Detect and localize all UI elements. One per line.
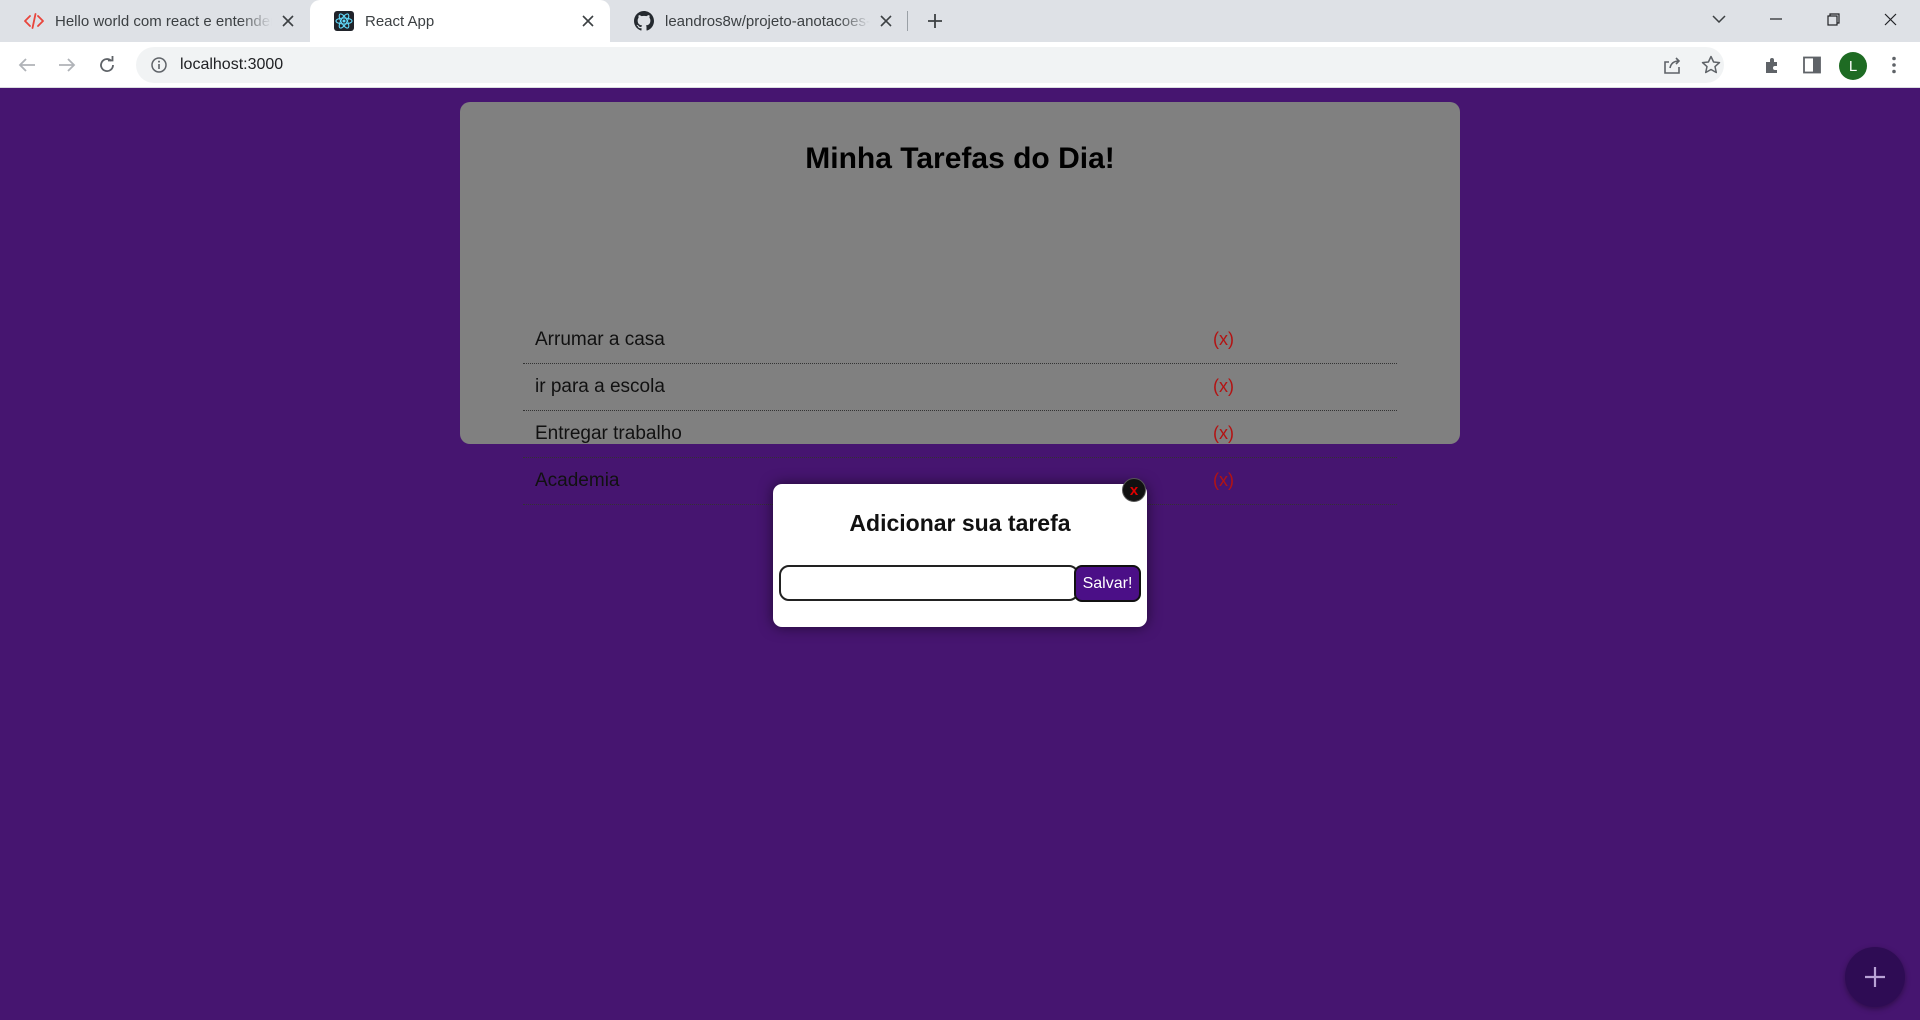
back-button[interactable] [11, 49, 43, 81]
tab-github[interactable]: leandros8w/projeto-anotacoes-react [610, 0, 908, 42]
task-text: Entregar trabalho [535, 423, 682, 444]
kebab-menu-icon[interactable] [1878, 49, 1910, 81]
tab-close-icon[interactable] [578, 11, 598, 31]
site-info-icon[interactable] [150, 56, 168, 74]
chevron-down-icon [1712, 15, 1726, 23]
bookmark-star-icon[interactable] [1696, 50, 1726, 80]
react-icon [334, 11, 354, 31]
tab-title: leandros8w/projeto-anotacoes-react [665, 12, 870, 30]
task-item: ir para a escola (x) [523, 364, 1397, 411]
tab-react-app[interactable]: React App [310, 0, 610, 42]
code-icon [24, 11, 44, 31]
restore-button[interactable] [1805, 0, 1861, 38]
close-window-button[interactable] [1862, 0, 1918, 38]
restore-icon [1826, 12, 1840, 26]
tab-search-button[interactable] [1691, 0, 1747, 38]
add-task-fab[interactable] [1845, 947, 1905, 1007]
extensions-icon[interactable] [1756, 49, 1788, 81]
new-tab-button[interactable] [921, 8, 949, 34]
app-root: Hello world com react e entendendo React… [0, 0, 1920, 1020]
address-bar[interactable]: localhost:3000 [136, 47, 1724, 83]
tab-divider [907, 11, 908, 31]
arrow-right-icon [59, 58, 76, 72]
task-input[interactable] [779, 565, 1079, 601]
close-icon [1884, 13, 1896, 25]
task-text: ir para a escola [535, 376, 665, 397]
side-panel-icon[interactable] [1796, 49, 1828, 81]
arrow-left-icon [18, 58, 35, 72]
reload-button[interactable] [91, 49, 123, 81]
profile-avatar[interactable]: L [1839, 52, 1867, 80]
page-title: Minha Tarefas do Dia! [805, 142, 1115, 175]
reload-icon [100, 56, 114, 72]
tab-close-icon[interactable] [278, 11, 298, 31]
delete-task-button[interactable]: (x) [1213, 423, 1234, 444]
github-icon [634, 11, 654, 31]
save-button[interactable]: Salvar! [1074, 565, 1141, 602]
tab-hello-world[interactable]: Hello world com react e entendendo [0, 0, 310, 42]
add-task-modal: x Adicionar sua tarefa Salvar! [773, 478, 1147, 627]
modal-close-button[interactable]: x [1122, 478, 1146, 502]
task-item: Arrumar a casa (x) [523, 317, 1397, 364]
task-item: Entregar trabalho (x) [523, 411, 1397, 458]
browser-toolbar: localhost:3000 [0, 42, 1920, 88]
plus-icon [1865, 967, 1885, 987]
modal-title: Adicionar sua tarefa [849, 510, 1071, 536]
minimize-button[interactable] [1748, 0, 1804, 38]
delete-task-button[interactable]: (x) [1213, 329, 1234, 350]
task-text: Arrumar a casa [535, 329, 665, 350]
minimize-icon [1770, 18, 1782, 20]
delete-task-button[interactable]: (x) [1213, 470, 1234, 491]
tab-title: Hello world com react e entendendo [55, 12, 272, 30]
share-icon[interactable] [1657, 50, 1687, 80]
task-list: Arrumar a casa (x) ir para a escola (x) … [523, 317, 1397, 505]
plus-icon [928, 14, 942, 28]
url-text: localhost:3000 [180, 56, 284, 73]
tab-close-icon[interactable] [876, 11, 896, 31]
browser-tabstrip: Hello world com react e entendendo React… [0, 0, 1920, 42]
tab-title: React App [365, 12, 435, 30]
tasks-card: Minha Tarefas do Dia! Arrumar a casa (x)… [460, 102, 1460, 505]
forward-button[interactable] [51, 49, 83, 81]
delete-task-button[interactable]: (x) [1213, 376, 1234, 397]
task-text: Academia [535, 470, 620, 491]
